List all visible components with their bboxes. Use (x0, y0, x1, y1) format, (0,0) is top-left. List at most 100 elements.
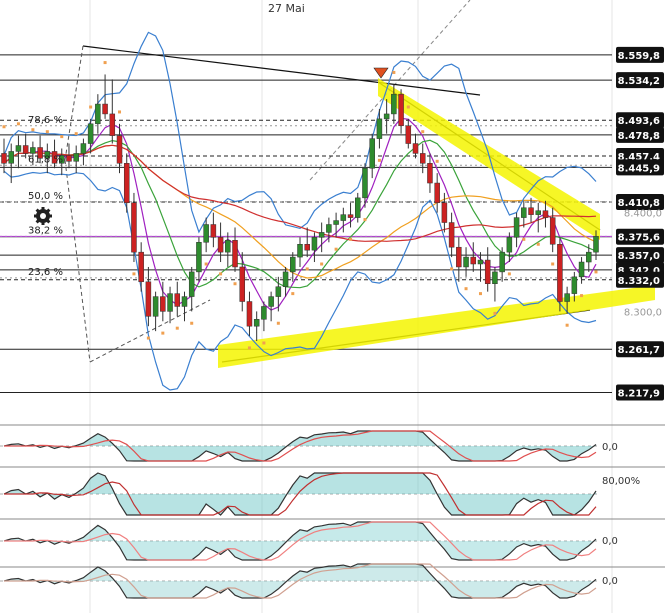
parabolic-sar-dot (493, 311, 497, 315)
parabolic-sar-dot (334, 247, 338, 251)
candle-body (398, 93, 404, 127)
candle-body (427, 163, 433, 184)
candle-body (275, 286, 282, 297)
parabolic-sar-dot (204, 262, 208, 266)
parabolic-sar-dot (349, 237, 353, 241)
candle-body (333, 220, 339, 225)
candle-body (492, 271, 498, 284)
parabolic-sar-dot (421, 130, 425, 134)
parabolic-sar-dot (190, 321, 194, 325)
parabolic-sar-dot (464, 287, 468, 291)
candle-body (340, 214, 347, 221)
candle-body (369, 138, 375, 169)
price-tag-label: 8.478,8 (618, 131, 660, 142)
candle-body (355, 197, 361, 218)
candle-body (66, 155, 72, 162)
parabolic-sar-dot (392, 70, 396, 74)
candle-body (290, 256, 296, 273)
parabolic-sar-dot (89, 105, 93, 109)
candle-body (87, 123, 94, 144)
candle-body (376, 118, 383, 139)
axis-label: 8.400,0 (624, 209, 662, 220)
candle-body (521, 207, 527, 218)
candle-body (528, 207, 534, 215)
price-tag-label: 8.357,0 (618, 251, 660, 262)
candle-body (188, 271, 195, 297)
candle-body (80, 143, 87, 154)
gear-icon[interactable] (34, 207, 52, 225)
parabolic-sar-dot (522, 237, 526, 241)
candle-body (152, 296, 159, 317)
candle-body (217, 237, 224, 253)
parabolic-sar-dot (247, 346, 251, 350)
parabolic-sar-dot (536, 242, 540, 246)
price-tag-label: 8.375,6 (618, 233, 660, 244)
candle-body (513, 217, 520, 238)
candle-body (456, 246, 462, 268)
candle-body (571, 276, 578, 294)
price-tag-label: 8.332,0 (618, 276, 660, 287)
parabolic-sar-dot (219, 272, 223, 276)
candle-body (232, 240, 238, 268)
parabolic-sar-dot (406, 105, 410, 109)
candle-body (419, 153, 426, 164)
candle-body (167, 293, 173, 312)
candle-body (253, 319, 260, 327)
candle-body (347, 214, 354, 218)
candle-body (448, 222, 455, 248)
candle-body (557, 244, 563, 302)
candle-body (116, 135, 123, 164)
candle-body (434, 182, 440, 204)
parabolic-sar-dot (16, 122, 20, 126)
candle-body (405, 125, 412, 144)
parabolic-sar-dot (435, 159, 439, 163)
candle-body (463, 256, 469, 268)
candle-body (123, 163, 130, 204)
axis-label: 8.300,0 (624, 307, 662, 318)
parabolic-sar-dot (60, 135, 64, 139)
candle-body (412, 143, 419, 154)
candle-body (138, 251, 144, 283)
candle-body (131, 202, 137, 253)
candle-body (210, 224, 217, 238)
candle-body (246, 301, 253, 327)
candle-body (1, 153, 7, 164)
macd-zero-label: 0,0 (602, 442, 618, 453)
price-chart[interactable]: 8.559,88.534,28.493,68.478,88.457,48.445… (0, 0, 665, 613)
fib-label: 61,8 % (28, 154, 63, 165)
candle-body (506, 237, 513, 253)
fib-label: 23,6 % (28, 267, 63, 278)
candle-body (484, 259, 491, 284)
candle-body (239, 266, 245, 302)
candle-body (391, 93, 397, 115)
parabolic-sar-dot (132, 272, 136, 276)
candle-body (30, 147, 36, 154)
candle-body (318, 232, 325, 238)
parabolic-sar-dot (363, 218, 367, 222)
price-tag-label: 8.559,8 (618, 51, 660, 62)
parabolic-sar-dot (450, 267, 454, 271)
candle-body (109, 113, 116, 136)
candle-body (542, 210, 549, 218)
candle-body (499, 251, 505, 273)
candle-body (268, 296, 274, 307)
price-tag-label: 8.261,7 (618, 345, 660, 356)
price-tag-label: 8.410,8 (618, 198, 660, 209)
candle-body (535, 210, 541, 215)
parabolic-sar-dot (103, 61, 107, 65)
chart-screen: 8.559,8 8.534,2 8.493,6 8.478,8 8.457,4 8.445… (0, 0, 665, 613)
price-tag-label: 8.493,6 (618, 116, 660, 127)
candle-body (196, 242, 202, 273)
parabolic-sar-dot (45, 130, 49, 134)
candle-body (282, 271, 289, 287)
candle-body (441, 202, 448, 223)
parabolic-sar-dot (551, 262, 555, 266)
parabolic-sar-dot (565, 323, 569, 327)
parabolic-sar-dot (146, 336, 150, 340)
parabolic-sar-dot (175, 326, 179, 330)
candle-body (203, 224, 209, 243)
candle-body (145, 281, 152, 317)
candle-body (549, 217, 556, 245)
fib-label: 50,0 % (28, 191, 63, 202)
parabolic-sar-dot (118, 110, 122, 114)
